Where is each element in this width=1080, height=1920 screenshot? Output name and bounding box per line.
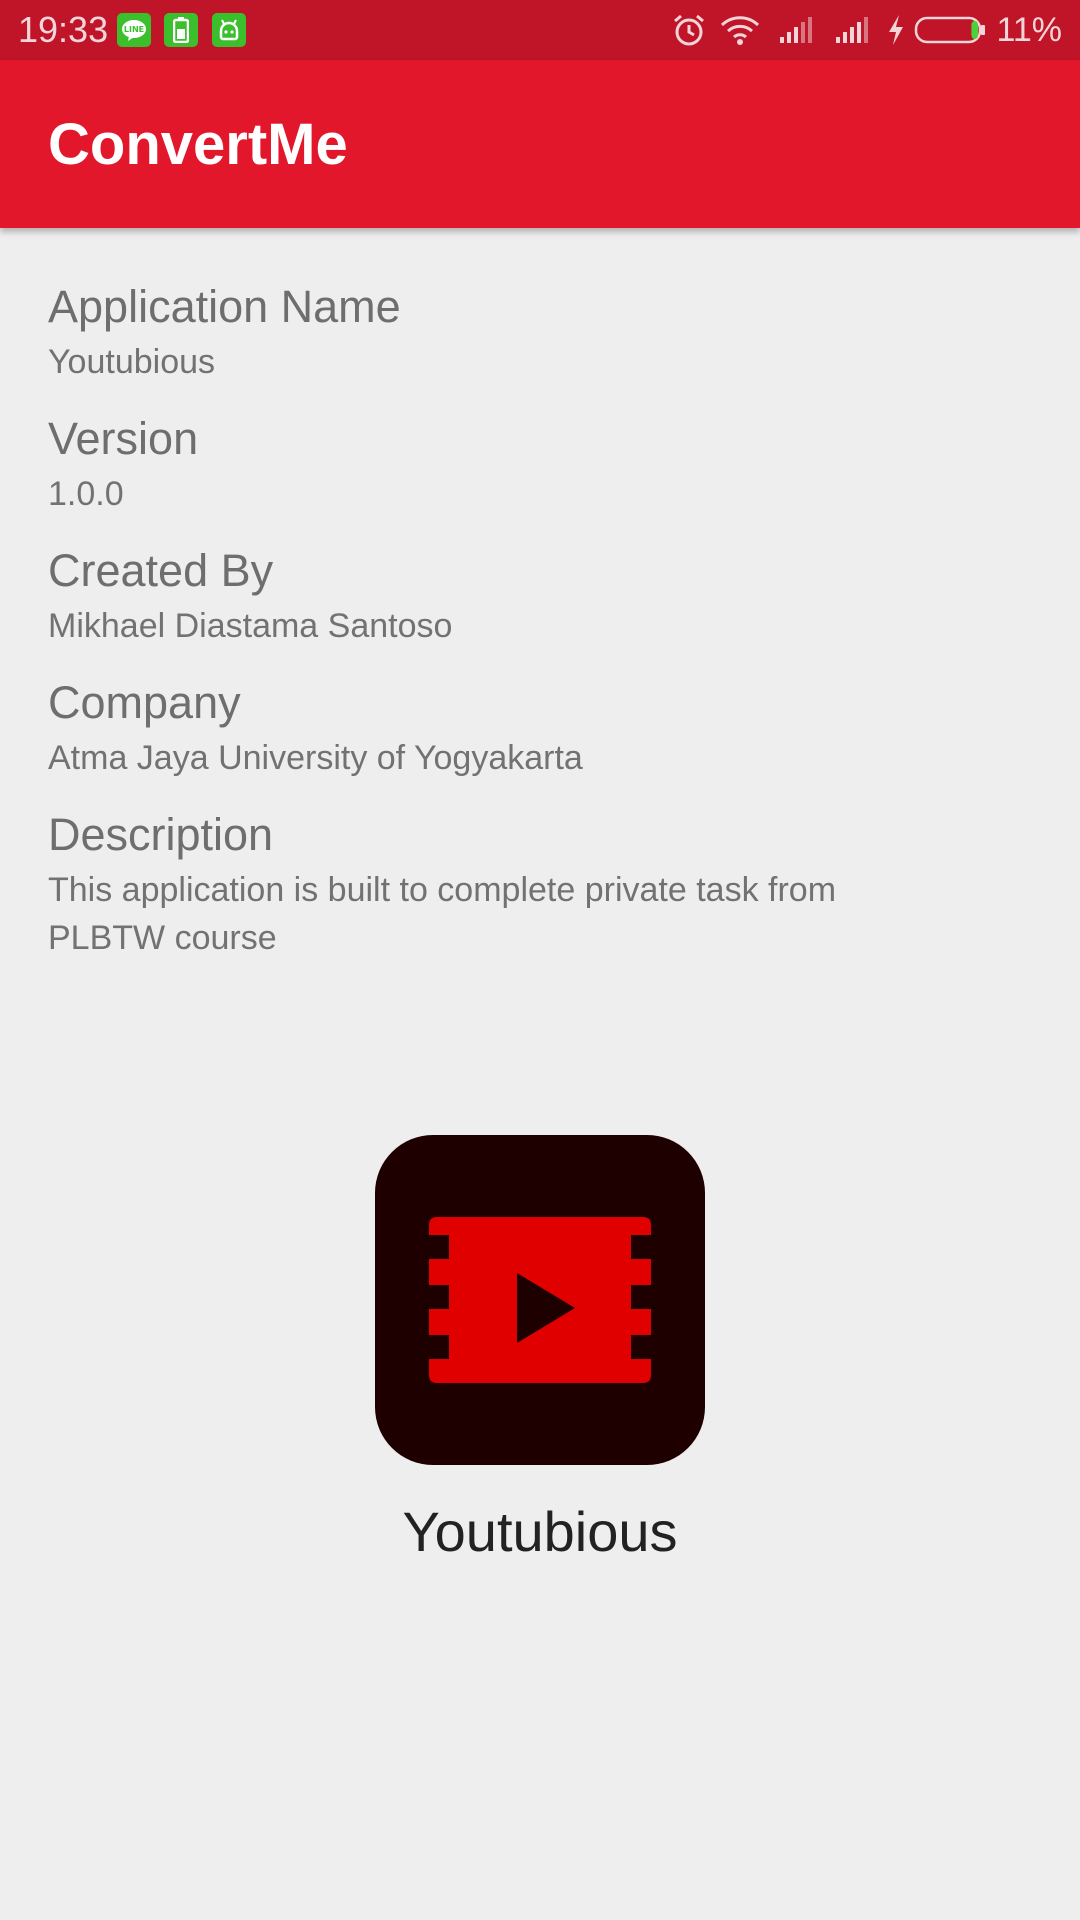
svg-text:LINE: LINE <box>124 25 144 34</box>
info-item-application-name: Application Name Youtubious <box>48 276 1008 386</box>
battery-icon <box>914 15 986 45</box>
app-logo <box>375 1135 705 1465</box>
info-value: Mikhael Diastama Santoso <box>48 607 453 645</box>
info-label: Created By <box>48 545 274 596</box>
info-label: Application Name <box>48 281 401 332</box>
status-bar: 19:33 LINE 11% <box>0 0 1080 60</box>
info-value: This application is built to complete pr… <box>48 871 837 957</box>
alarm-icon <box>672 13 706 47</box>
app-logo-label: Youtubious <box>402 1500 678 1563</box>
status-time: 19:33 <box>18 9 109 50</box>
charging-icon <box>886 14 906 46</box>
app-title: ConvertMe <box>48 112 348 177</box>
info-item-description: Description This application is built to… <box>48 804 1008 962</box>
info-item-created-by: Created By Mikhael Diastama Santoso <box>48 540 1008 650</box>
wifi-icon <box>720 15 760 45</box>
android-icon <box>212 13 246 47</box>
battery-percent: 11% <box>996 10 1062 49</box>
battery-saver-icon <box>164 13 198 47</box>
info-value: 1.0.0 <box>48 475 124 513</box>
about-info-list: Application Name Youtubious Version 1.0.… <box>48 276 1008 984</box>
film-play-icon <box>429 1217 651 1383</box>
system-status-icons: 11% <box>672 8 1062 52</box>
info-item-company: Company Atma Jaya University of Yogyakar… <box>48 672 1008 782</box>
signal-icon <box>778 15 816 45</box>
info-label: Company <box>48 677 241 728</box>
screen: 19:33 LINE 11% ConvertMe Application Nam… <box>0 0 1080 1920</box>
info-label: Description <box>48 809 274 860</box>
info-value: Youtubious <box>48 343 216 381</box>
info-item-version: Version 1.0.0 <box>48 408 1008 518</box>
app-bar: ConvertMe <box>0 60 1080 228</box>
info-value: Atma Jaya University of Yogyakarta <box>48 739 583 777</box>
line-icon: LINE <box>117 13 151 47</box>
info-label: Version <box>48 413 199 464</box>
signal-icon <box>834 15 872 45</box>
